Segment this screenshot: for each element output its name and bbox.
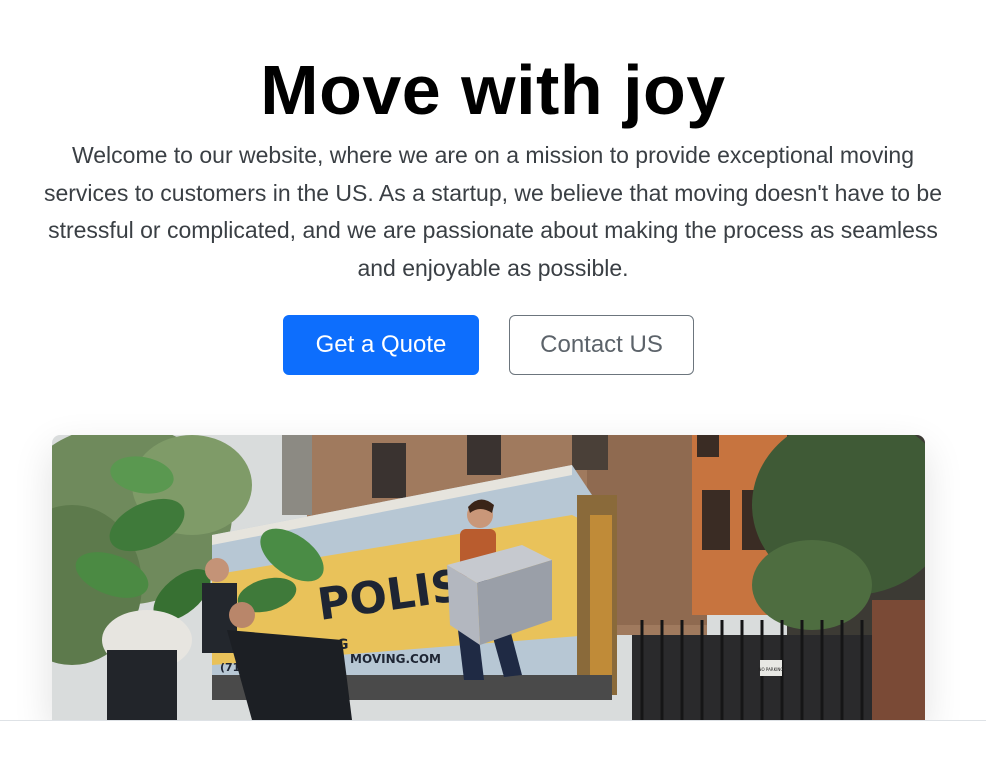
contact-us-button[interactable]: Contact US xyxy=(509,315,694,375)
truck-site-text: MOVING.COM xyxy=(350,652,441,666)
below-fold-area xyxy=(0,721,986,772)
get-a-quote-button[interactable]: Get a Quote xyxy=(283,315,479,375)
hero-title: Move with joy xyxy=(260,51,726,129)
moving-truck-photo: POLIS G (718) 7 520 MOVING.COM xyxy=(52,435,925,720)
hero-lead: Welcome to our website, where we are on … xyxy=(43,142,943,281)
page: Move with joy Welcome to our website, wh… xyxy=(0,0,986,772)
hero-image: POLIS G (718) 7 520 MOVING.COM xyxy=(52,435,925,720)
no-parking-sign-text: NO PARKING xyxy=(759,667,784,672)
